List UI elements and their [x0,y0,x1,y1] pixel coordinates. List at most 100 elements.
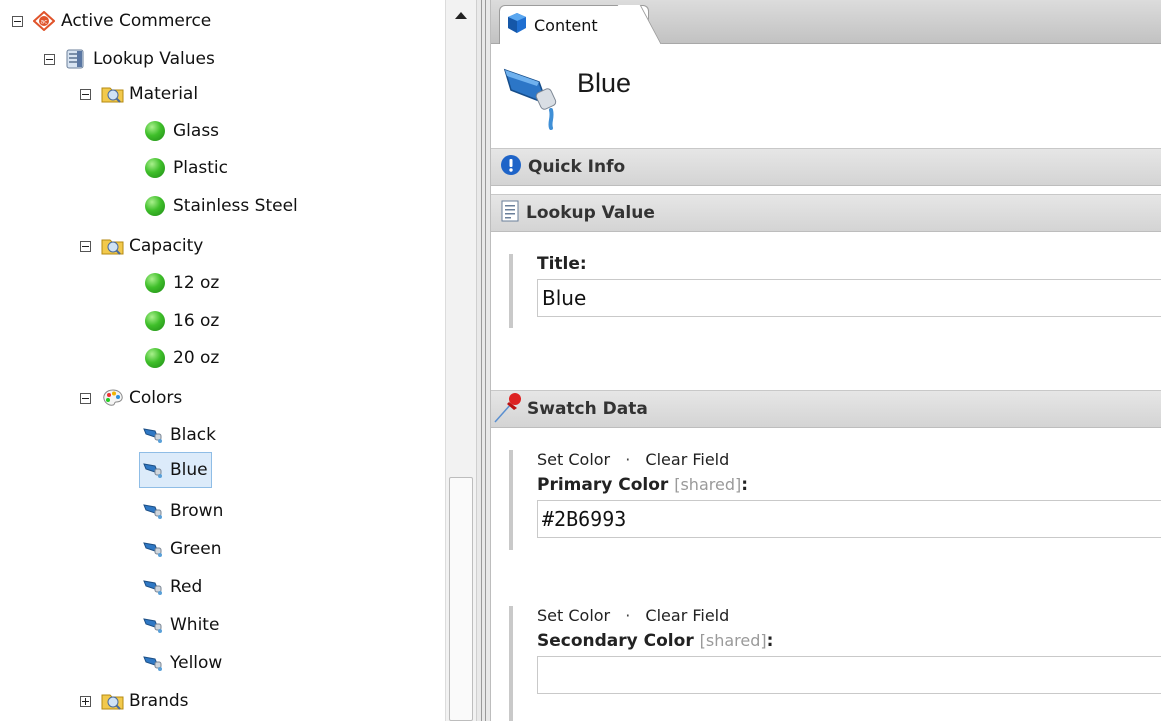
tree-item-label: Glass [173,121,220,141]
green-dot-icon [145,121,165,141]
tree-item-label: Blue [170,460,208,480]
green-dot-icon [145,196,165,216]
tree-item-brands[interactable]: Brands [80,686,189,716]
tree-item-material[interactable]: Material [80,79,198,109]
item-header: Blue [491,44,1161,148]
title-input[interactable] [537,279,1161,317]
folder-icon [101,236,124,256]
tree-item-colors[interactable]: Colors [80,383,182,413]
field-label-colon: : [741,475,749,495]
content-editor: Content Blue Quick Info Lookup Value Tit… [491,0,1161,721]
clear-field-link[interactable]: Clear Field [645,450,729,469]
paint-tube-icon [142,539,164,559]
field-label: Title: [537,254,587,274]
info-icon [500,154,522,181]
tree-item-label: Stainless Steel [173,196,298,216]
separator: · [625,450,631,469]
primary-color-field: Set Color · Clear Field Primary Color [s… [509,450,1161,550]
separator: · [625,606,631,625]
tree-item-red[interactable]: Red [142,572,202,602]
clear-field-link[interactable]: Clear Field [645,606,729,625]
tree-item-label: Brands [129,691,189,711]
secondary-color-field: Set Color · Clear Field Secondary Color … [509,606,1161,721]
tree-item-lookup-values[interactable]: Lookup Values [44,44,215,74]
tree-item-blue[interactable]: Blue [139,452,212,488]
scroll-up-arrow-icon[interactable] [446,0,476,30]
content-tree: ac Active Commerce Lookup Values Materia… [0,0,445,721]
tree-item-label: Active Commerce [61,11,212,31]
shared-tag: [shared] [674,475,742,494]
tree-item-label: White [170,615,220,635]
tree-item-label: Brown [170,501,224,521]
tab-content[interactable]: Content [499,5,649,45]
palette-icon [101,388,123,408]
tree-item-active-commerce[interactable]: ac Active Commerce [12,6,211,36]
section-lookup-value[interactable]: Lookup Value [491,194,1161,232]
title-field: Title: [509,254,1161,328]
paint-tube-icon [142,425,164,445]
tab-strip: Content [491,0,1161,45]
tree-item-label: Green [170,539,222,559]
green-dot-icon [145,158,165,178]
tree-item-white[interactable]: White [142,610,219,640]
field-label-text: Secondary Color [537,631,694,651]
expand-toggle[interactable] [80,695,91,707]
shared-tag: [shared] [699,631,767,650]
section-swatch-data[interactable]: Swatch Data [491,390,1161,428]
tree-item-label: Plastic [173,158,228,178]
paint-tube-icon [142,460,164,480]
tree-item-label: 12 oz [173,273,220,293]
primary-color-input[interactable] [537,500,1161,538]
green-dot-icon [145,348,165,368]
tree-item-capacity[interactable]: Capacity [80,231,203,261]
secondary-color-input[interactable] [537,656,1161,694]
field-label-colon: : [766,631,774,651]
tree-item-label: 20 oz [173,348,220,368]
paint-tube-icon [142,615,164,635]
tree-item-16-oz[interactable]: 16 oz [145,306,219,336]
field-actions: Set Color · Clear Field [537,450,1161,469]
document-icon [500,200,520,227]
tree-item-12-oz[interactable]: 12 oz [145,268,219,298]
paint-tube-icon [142,577,164,597]
scroll-thumb[interactable] [449,477,473,721]
folder-icon [101,691,124,711]
tree-scrollbar[interactable] [445,0,477,721]
collapse-toggle[interactable] [80,240,91,252]
tree-item-label: Colors [129,388,183,408]
set-color-link[interactable]: Set Color [537,450,610,469]
collapse-toggle[interactable] [80,88,91,100]
section-title: Lookup Value [526,203,655,223]
active-commerce-logo-icon: ac [32,10,56,32]
paint-tube-large-icon [501,60,565,135]
field-label: Primary Color [shared]: [537,475,1161,495]
tree-item-label: 16 oz [173,311,220,331]
set-color-link[interactable]: Set Color [537,606,610,625]
tree-item-label: Lookup Values [93,49,215,69]
tree-item-label: Yellow [170,653,223,673]
field-actions: Set Color · Clear Field [537,606,1161,625]
tree-item-label: Red [170,577,203,597]
collapse-toggle[interactable] [80,392,91,404]
cube-icon [506,12,528,39]
tree-item-brown[interactable]: Brown [142,496,223,526]
green-dot-icon [145,311,165,331]
tree-item-black[interactable]: Black [142,420,216,450]
paint-tube-icon [142,653,164,673]
tree-item-stainless-steel[interactable]: Stainless Steel [145,191,298,221]
tree-item-20-oz[interactable]: 20 oz [145,343,219,373]
collapse-toggle[interactable] [12,15,23,27]
tree-item-plastic[interactable]: Plastic [145,153,228,183]
tree-item-green[interactable]: Green [142,534,221,564]
page-title: Blue [577,68,632,98]
tree-item-label: Capacity [129,236,204,256]
green-dot-icon [145,273,165,293]
tree-item-glass[interactable]: Glass [145,116,219,146]
tree-item-yellow[interactable]: Yellow [142,648,222,678]
tree-item-label: Black [170,425,216,445]
section-quick-info[interactable]: Quick Info [491,148,1161,186]
collapse-toggle[interactable] [44,53,55,65]
section-title: Swatch Data [527,399,648,419]
field-label-text: Primary Color [537,475,669,495]
pane-splitter[interactable] [477,0,491,721]
